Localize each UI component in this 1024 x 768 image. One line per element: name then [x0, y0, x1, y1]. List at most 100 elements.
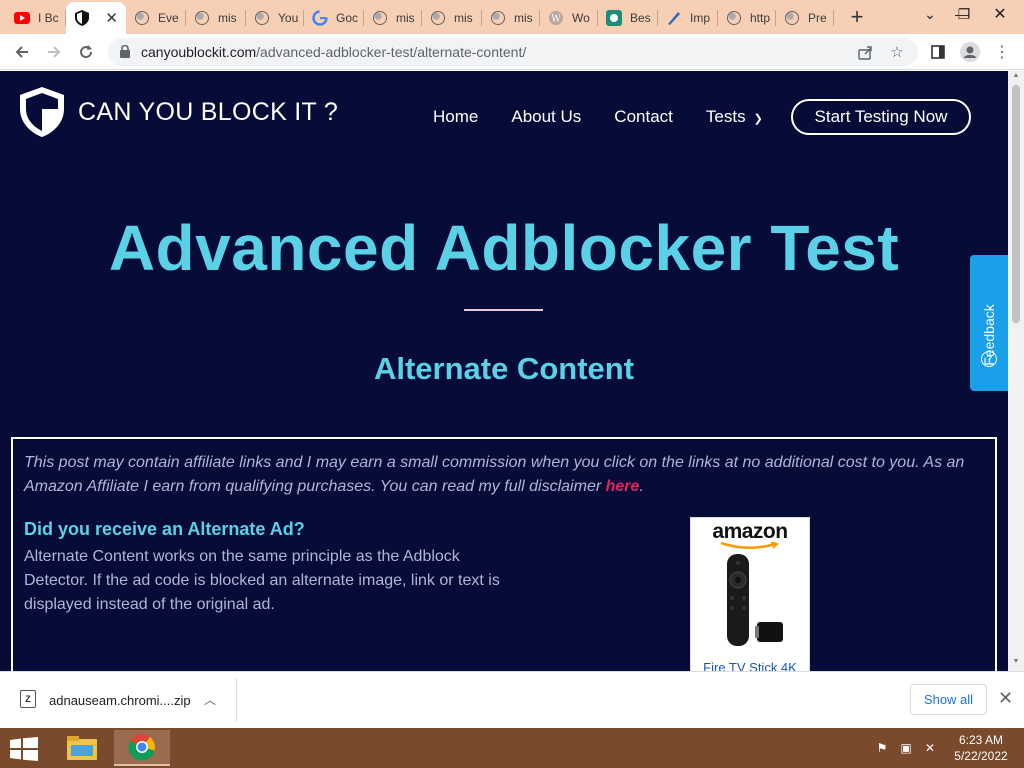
svg-text:W: W [551, 15, 561, 25]
nav-about-us[interactable]: About Us [511, 107, 581, 127]
alternate-ad-description: Alternate Content works on the same prin… [24, 548, 500, 613]
browser-toolbar: canyoublockit.com/advanced-adblocker-tes… [0, 34, 1024, 70]
profile-avatar-icon[interactable] [958, 40, 982, 64]
tab-label: You [278, 11, 299, 25]
tab-item[interactable]: You [246, 4, 304, 32]
nav-contact[interactable]: Contact [614, 107, 673, 127]
tab-label: mis [454, 11, 473, 25]
tab-item[interactable]: Imp [658, 4, 718, 32]
nav-tests-label: Tests [705, 107, 746, 126]
menu-kebab-icon[interactable]: ⋮ [990, 40, 1014, 64]
disclaimer-text: This post may contain affiliate links an… [24, 454, 965, 495]
chrome-icon[interactable] [114, 730, 170, 766]
amazon-ad[interactable]: amazon Fire TV Stick 4K [690, 517, 810, 671]
tab-label: I Bc [38, 11, 59, 25]
tab-label: Bes [630, 11, 651, 25]
pen-icon [666, 10, 682, 26]
tab-item[interactable]: mis [482, 4, 540, 32]
page-title: Advanced Adblocker Test [108, 212, 900, 284]
tab-item[interactable]: mis [422, 4, 482, 32]
close-tab-icon[interactable]: ✕ [105, 9, 118, 27]
tab-label: Goc [336, 11, 359, 25]
title-divider [464, 309, 543, 311]
alternate-ad-heading: Did you receive an Alternate Ad? [24, 519, 305, 539]
app-icon [606, 10, 622, 26]
chevron-up-icon[interactable]: ︿ [204, 691, 216, 708]
url-text: canyoublockit.com/advanced-adblocker-tes… [141, 44, 526, 60]
download-bar: Z adnauseam.chromi....zip ︿ Show all ✕ [0, 671, 1024, 728]
amazon-logo: amazon [712, 520, 788, 543]
start-testing-button[interactable]: Start Testing Now [791, 99, 971, 135]
globe-icon [490, 10, 506, 26]
fire-tv-remote-image [727, 554, 783, 646]
back-arrow-icon[interactable] [10, 40, 34, 64]
affiliate-disclaimer: This post may contain affiliate links an… [24, 451, 984, 499]
flag-icon[interactable]: ⚑ [874, 740, 890, 756]
scroll-up-icon[interactable]: ▲ [1008, 72, 1024, 84]
chat-bubble-icon: ? [981, 351, 997, 367]
shield-icon [74, 10, 90, 26]
tab-label: http [750, 11, 771, 25]
tab-youtube[interactable]: I Bc [6, 4, 66, 32]
clock-time: 6:23 AM [958, 733, 1004, 747]
globe-icon [194, 10, 210, 26]
bookmark-star-icon[interactable]: ☆ [888, 43, 906, 61]
tab-item[interactable]: Eve [126, 4, 186, 32]
tab-label: mis [514, 11, 533, 25]
tab-item[interactable]: http [718, 4, 776, 32]
network-icon[interactable]: ▣ [898, 740, 914, 756]
globe-icon [430, 10, 446, 26]
volume-muted-icon[interactable]: ✕ [922, 740, 938, 756]
main-nav: Home About Us Contact Tests ❯ [433, 107, 796, 127]
disclaimer-link[interactable]: here [606, 478, 640, 495]
zip-file-icon: Z [20, 690, 36, 708]
globe-icon [372, 10, 388, 26]
tab-item[interactable]: Goc [304, 4, 364, 32]
side-panel-icon[interactable] [926, 40, 950, 64]
tab-label: mis [218, 11, 237, 25]
show-all-button[interactable]: Show all [910, 684, 987, 715]
tab-item[interactable]: mis [186, 4, 246, 32]
share-icon[interactable] [856, 43, 874, 61]
windows-start-icon[interactable] [10, 737, 38, 761]
web-page: CAN YOU BLOCK IT ? Home About Us Contact… [0, 71, 1008, 671]
address-bar[interactable]: canyoublockit.com/advanced-adblocker-tes… [108, 38, 918, 66]
site-logo[interactable]: CAN YOU BLOCK IT ? [20, 87, 338, 137]
tab-label: Eve [158, 11, 179, 25]
close-download-bar-icon[interactable]: ✕ [998, 688, 1013, 709]
tab-label: mis [396, 11, 415, 25]
tab-item[interactable]: mis [364, 4, 422, 32]
download-filename[interactable]: adnauseam.chromi....zip [49, 693, 191, 708]
forward-arrow-icon[interactable] [42, 40, 66, 64]
close-window-icon[interactable]: ✕ [984, 0, 1016, 28]
globe-icon [726, 10, 742, 26]
page-scrollbar[interactable]: ▲ ▼ [1008, 71, 1024, 671]
new-tab-button[interactable]: + [846, 5, 868, 29]
tab-label: Imp [690, 11, 711, 25]
tab-strip: I Bc ✕ Eve mis You Goc mis mis mis W Wo … [0, 0, 1024, 34]
tab-search-icon[interactable]: ⌄ [914, 0, 946, 28]
section-subtitle: Alternate Content [373, 351, 635, 386]
wordpress-icon: W [548, 10, 564, 26]
feedback-button[interactable]: Feedback ? [970, 255, 1008, 391]
tab-item[interactable]: Bes [598, 4, 658, 32]
scrollbar-thumb[interactable] [1012, 85, 1020, 323]
tab-item[interactable]: Pre [776, 4, 834, 32]
nav-tests[interactable]: Tests ❯ [706, 107, 763, 127]
nav-home[interactable]: Home [433, 107, 478, 127]
file-explorer-icon[interactable] [54, 730, 110, 766]
chevron-down-icon: ❯ [753, 113, 763, 125]
system-clock[interactable]: 6:23 AM 5/22/2022 [946, 732, 1016, 764]
tab-active-canyoublockit[interactable]: ✕ [66, 2, 126, 34]
url-domain: canyoublockit.com [141, 44, 257, 60]
ad-product-name[interactable]: Fire TV Stick 4K [691, 660, 809, 671]
google-icon [312, 10, 328, 26]
lock-icon [120, 45, 130, 58]
tab-label: Pre [808, 11, 827, 25]
scroll-down-icon[interactable]: ▼ [1008, 658, 1024, 670]
site-name: CAN YOU BLOCK IT ? [78, 97, 339, 126]
tab-item[interactable]: W Wo [540, 4, 598, 32]
globe-icon [254, 10, 270, 26]
restore-icon[interactable]: ❐ [948, 0, 980, 28]
reload-icon[interactable] [74, 40, 98, 64]
